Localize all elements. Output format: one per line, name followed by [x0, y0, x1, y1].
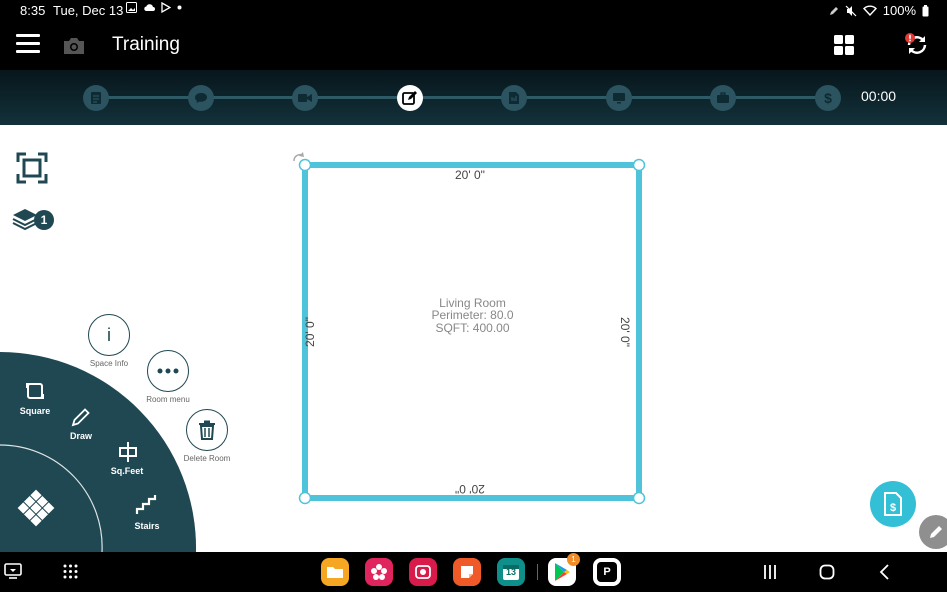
- screen-mirror-icon[interactable]: [4, 563, 22, 584]
- p-app-icon[interactable]: P: [593, 558, 621, 586]
- mute-icon: [845, 5, 857, 16]
- space-info-button[interactable]: i: [88, 314, 130, 356]
- square-room-icon[interactable]: [25, 381, 45, 406]
- play-store-app-icon[interactable]: 1: [548, 553, 580, 586]
- left-wall-dimension: 20' 0": [302, 317, 317, 347]
- top-wall-dimension: 20' 0": [455, 168, 485, 182]
- room-menu-label: Room menu: [146, 395, 190, 404]
- trash-icon: [199, 420, 215, 440]
- estimate-document-icon: $: [884, 492, 902, 516]
- stairs-label: Stairs: [134, 521, 160, 531]
- battery-percent: 100%: [882, 3, 916, 18]
- play-store-small-icon: [161, 2, 171, 13]
- camera-icon[interactable]: [62, 36, 86, 61]
- corner-handle: [298, 491, 312, 505]
- step-video-icon[interactable]: [292, 85, 318, 111]
- status-date: Tue, Dec 13: [53, 3, 124, 18]
- svg-text:$: $: [824, 90, 832, 106]
- sqfeet-label: Sq.Feet: [110, 466, 144, 476]
- corner-handle: [632, 158, 646, 172]
- svg-text:i: i: [107, 325, 111, 345]
- sync-icon[interactable]: [904, 32, 930, 63]
- pen-icon: [829, 6, 838, 15]
- screen-recorder-app-icon[interactable]: [409, 558, 437, 586]
- bottom-wall-dimension: 20' 0": [455, 482, 485, 496]
- screen: 8:35 Tue, Dec 13 100% Training $ 00:00 1…: [0, 0, 947, 592]
- info-icon: i: [107, 325, 111, 345]
- hamburger-menu-icon[interactable]: [16, 34, 40, 54]
- app-bar: Training: [0, 22, 947, 70]
- home-icon[interactable]: [819, 564, 835, 585]
- cloud-icon: [144, 4, 155, 11]
- stairs-icon[interactable]: [135, 494, 159, 521]
- status-right: 100%: [829, 3, 929, 18]
- floor-tiles-icon[interactable]: [14, 486, 58, 535]
- step-monitor-icon[interactable]: [606, 85, 632, 111]
- step-document-icon[interactable]: [501, 85, 527, 111]
- battery-icon: [922, 4, 929, 16]
- wifi-icon: [862, 5, 877, 16]
- calendar-app-icon[interactable]: 13: [497, 558, 525, 586]
- corner-handle: [632, 491, 646, 505]
- session-timer: 00:00: [861, 88, 897, 104]
- corner-handle: [298, 158, 312, 172]
- draw-pencil-icon[interactable]: [70, 406, 92, 433]
- estimate-button[interactable]: $: [870, 481, 916, 527]
- step-notes-icon[interactable]: [83, 85, 109, 111]
- back-icon[interactable]: [878, 564, 890, 585]
- page-title: Training: [112, 34, 180, 55]
- more-dots-icon: [157, 368, 179, 374]
- p-app-letter: P: [603, 566, 611, 578]
- taskbar-divider: [537, 564, 538, 580]
- step-chat-icon[interactable]: [188, 85, 214, 111]
- draw-label: Draw: [69, 431, 92, 441]
- square-label: Square: [19, 406, 51, 416]
- sqfeet-icon[interactable]: [117, 441, 139, 468]
- calendar-day: 13: [505, 567, 516, 577]
- system-nav-bar: 13 1 P: [0, 552, 947, 592]
- folder-app-icon[interactable]: [321, 558, 349, 586]
- pencil-icon: [930, 526, 942, 538]
- status-time: 8:35: [20, 3, 46, 18]
- step-dollar-icon[interactable]: $: [815, 85, 841, 111]
- dot-icon: [177, 5, 182, 10]
- status-bar: 8:35 Tue, Dec 13 100%: [0, 0, 947, 22]
- image-icon: [126, 2, 137, 13]
- app-drawer-icon[interactable]: [63, 564, 78, 584]
- play-store-badge: 1: [567, 553, 580, 566]
- room-perimeter: Perimeter: 80.0: [431, 308, 514, 322]
- notes-app-icon[interactable]: [453, 558, 481, 586]
- grid-view-icon[interactable]: [834, 35, 854, 60]
- delete-room-label: Delete Room: [183, 454, 231, 463]
- step-briefcase-icon[interactable]: [710, 85, 736, 111]
- room-sqft: SQFT: 400.00: [435, 321, 510, 335]
- space-info-label: Space Info: [89, 359, 129, 368]
- step-edit-icon[interactable]: [397, 85, 423, 111]
- room-menu-button[interactable]: [147, 350, 189, 392]
- delete-room-button[interactable]: [186, 409, 228, 451]
- edit-pencil-button[interactable]: [919, 515, 947, 549]
- right-wall-dimension: 20' 0": [617, 317, 632, 347]
- flower-app-icon[interactable]: [365, 558, 393, 586]
- notification-icons: [126, 2, 182, 13]
- svg-text:$: $: [890, 502, 896, 514]
- workflow-step-bar: $ 00:00: [0, 70, 947, 125]
- recent-apps-icon[interactable]: [763, 564, 777, 585]
- floorplan-canvas[interactable]: 1 20' 0" 20' 0" 20' 0" 20' 0" Living Roo…: [0, 125, 947, 552]
